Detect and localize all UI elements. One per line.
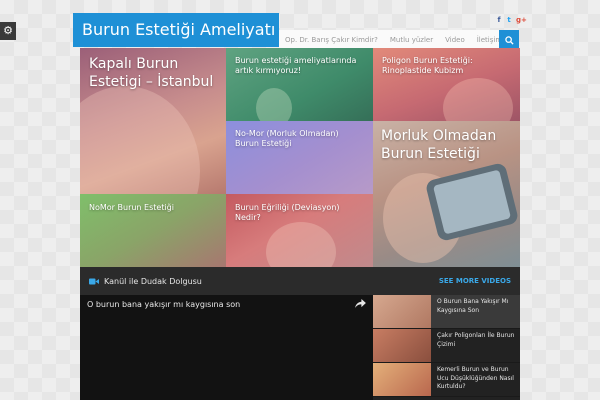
featured-tile-3[interactable]: Poligon Burun Estetiği: Rinoplastide Kub… bbox=[373, 48, 520, 121]
google-plus-icon[interactable]: g+ bbox=[516, 16, 527, 24]
video-list-item[interactable]: O Burun Bana Yakışır Mı Kaygısına Son bbox=[373, 295, 520, 329]
featured-tile-6[interactable]: NoMor Burun Estetiği bbox=[80, 194, 226, 267]
featured-tile-5[interactable]: Morluk Olmadan Burun Estetiği bbox=[373, 121, 520, 267]
twitter-icon[interactable]: t bbox=[506, 16, 512, 24]
main-nav: Op. Dr. Barış Çakır Kimdir? Mutlu yüzler… bbox=[279, 30, 519, 50]
tile-title: Burun estetiği ameliyatlarında artık kır… bbox=[235, 56, 357, 75]
see-more-videos-link[interactable]: SEE MORE VIDEOS bbox=[439, 277, 511, 285]
site-title[interactable]: Burun Estetiği Ameliyatı bbox=[73, 13, 279, 47]
featured-tile-4[interactable]: No-Mor (Morluk Olmadan) Burun Estetiği bbox=[226, 121, 373, 194]
video-list-title: O Burun Bana Yakışır Mı Kaygısına Son bbox=[437, 298, 509, 314]
search-button[interactable] bbox=[499, 30, 519, 50]
video-player[interactable]: O burun bana yakışır mı kaygısına son bbox=[80, 295, 373, 400]
video-camera-icon bbox=[89, 278, 99, 284]
featured-tile-7[interactable]: Burun Eğriliği (Deviasyon) Nedir? bbox=[226, 194, 373, 267]
face-image bbox=[80, 86, 200, 194]
featured-tile-2[interactable]: Burun estetiği ameliyatlarında artık kır… bbox=[226, 48, 373, 121]
video-list: O Burun Bana Yakışır Mı Kaygısına Son Ça… bbox=[373, 295, 520, 400]
video-thumbnail bbox=[373, 329, 431, 362]
featured-tile-1[interactable]: Kapalı Burun Estetigi – İstanbul bbox=[80, 48, 226, 194]
nav-item-happy-faces[interactable]: Mutlu yüzler bbox=[384, 36, 439, 44]
phone-image bbox=[424, 162, 520, 242]
video-header: Kanül ile Dudak Dolgusu SEE MORE VIDEOS bbox=[80, 267, 520, 295]
social-links: f t g+ bbox=[496, 16, 527, 24]
video-list-title: Kemerli Burun ve Burun Ucu Düşüklüğünden… bbox=[437, 366, 514, 391]
settings-button[interactable]: ⚙ bbox=[0, 22, 16, 40]
face-image bbox=[266, 222, 336, 267]
face-image bbox=[256, 88, 292, 121]
tile-title: NoMor Burun Estetiği bbox=[89, 203, 174, 212]
player-title: O burun bana yakışır mı kaygısına son bbox=[87, 300, 241, 309]
nav-item-doctor[interactable]: Op. Dr. Barış Çakır Kimdir? bbox=[279, 36, 384, 44]
share-icon[interactable] bbox=[355, 299, 366, 308]
video-thumbnail bbox=[373, 295, 431, 328]
video-section: Kanül ile Dudak Dolgusu SEE MORE VIDEOS … bbox=[80, 267, 520, 400]
facebook-icon[interactable]: f bbox=[496, 16, 502, 24]
gear-icon: ⚙ bbox=[3, 24, 13, 37]
tile-title: Kapalı Burun Estetigi – İstanbul bbox=[89, 56, 214, 90]
video-list-title: Çakır Poligonları İle Burun Çizimi bbox=[437, 332, 515, 348]
video-section-title: Kanül ile Dudak Dolgusu bbox=[104, 276, 202, 286]
tile-title: Poligon Burun Estetiği: Rinoplastide Kub… bbox=[382, 56, 473, 75]
tile-title: Burun Eğriliği (Deviasyon) Nedir? bbox=[235, 203, 340, 222]
tile-title: Morluk Olmadan Burun Estetiği bbox=[381, 128, 497, 162]
tile-title: No-Mor (Morluk Olmadan) Burun Estetiği bbox=[235, 129, 339, 148]
video-thumbnail bbox=[373, 363, 431, 396]
face-image bbox=[443, 78, 513, 121]
video-list-item[interactable]: Kemerli Burun ve Burun Ucu Düşüklüğünden… bbox=[373, 363, 520, 397]
video-list-item[interactable]: Çakır Poligonları İle Burun Çizimi bbox=[373, 329, 520, 363]
search-icon bbox=[504, 35, 514, 45]
nav-item-video[interactable]: Video bbox=[439, 36, 471, 44]
